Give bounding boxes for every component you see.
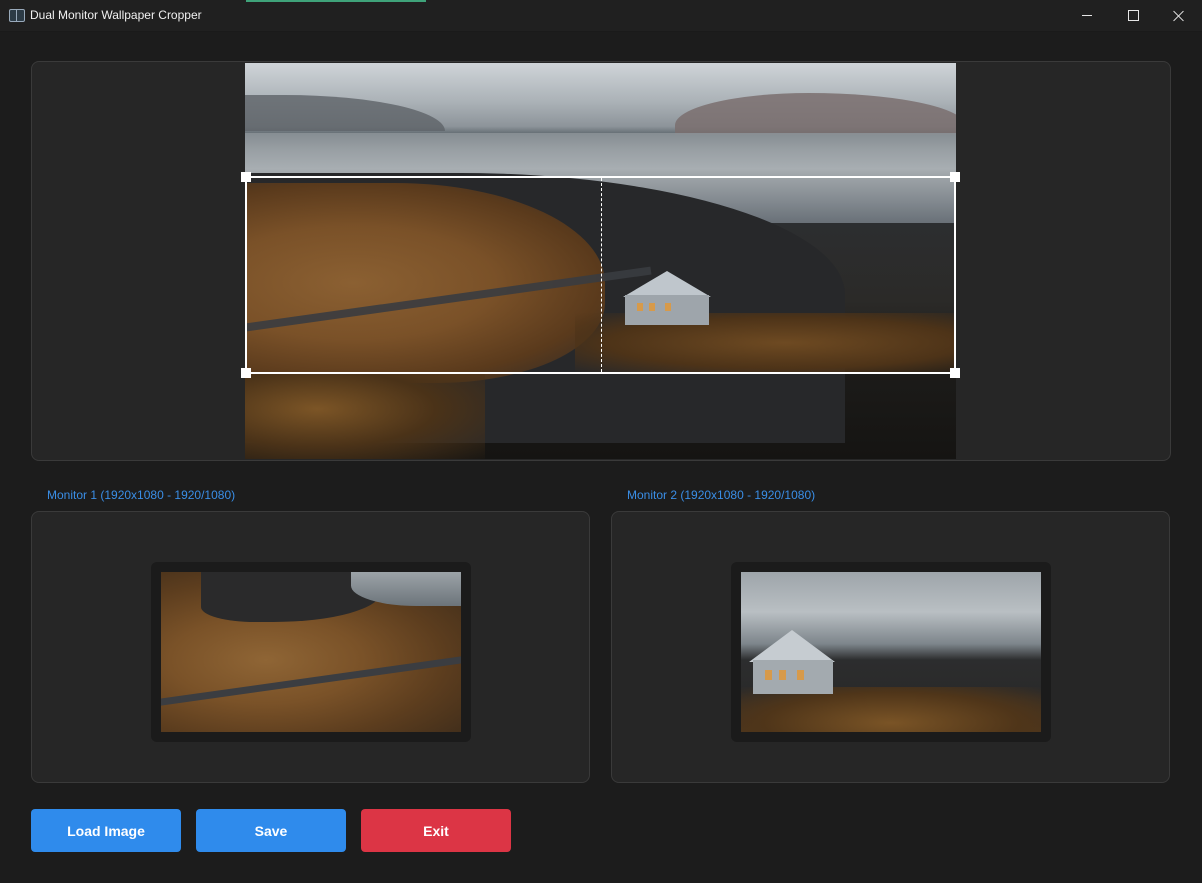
- monitor-2-frame: [731, 562, 1051, 742]
- image-bushes: [245, 373, 485, 459]
- image-mountain-left: [245, 95, 445, 131]
- monitor-1-preview: [161, 572, 461, 732]
- maximize-icon: [1127, 10, 1139, 21]
- preview-house: [749, 630, 835, 694]
- maximize-button[interactable]: [1110, 0, 1156, 31]
- load-image-button[interactable]: Load Image: [31, 809, 181, 852]
- title-accent-line: [246, 0, 426, 2]
- monitor-split-line: [601, 178, 602, 372]
- monitor-1-label: Monitor 1 (1920x1080 - 1920/1080): [47, 488, 236, 502]
- save-button[interactable]: Save: [196, 809, 346, 852]
- monitor-2-panel: [611, 511, 1170, 783]
- monitor-1-panel: [31, 511, 590, 783]
- exit-button[interactable]: Exit: [361, 809, 511, 852]
- close-icon: [1173, 10, 1185, 22]
- main-image-panel: [31, 61, 1171, 461]
- monitor-1-frame: [151, 562, 471, 742]
- crop-handle-bottom-left[interactable]: [241, 368, 251, 378]
- crop-selection[interactable]: [241, 172, 960, 378]
- monitor-2-preview: [741, 572, 1041, 732]
- app-icon: [9, 9, 25, 22]
- title-bar: Dual Monitor Wallpaper Cropper: [0, 0, 1202, 32]
- close-button[interactable]: [1156, 0, 1202, 31]
- window-title: Dual Monitor Wallpaper Cropper: [30, 8, 202, 22]
- minimize-icon: [1082, 15, 1092, 16]
- crop-handle-top-left[interactable]: [241, 172, 251, 182]
- crop-handle-top-right[interactable]: [950, 172, 960, 182]
- image-mountain-right: [675, 93, 956, 135]
- crop-handle-bottom-right[interactable]: [950, 368, 960, 378]
- monitor-2-label: Monitor 2 (1920x1080 - 1920/1080): [627, 488, 816, 502]
- minimize-button[interactable]: [1064, 0, 1110, 31]
